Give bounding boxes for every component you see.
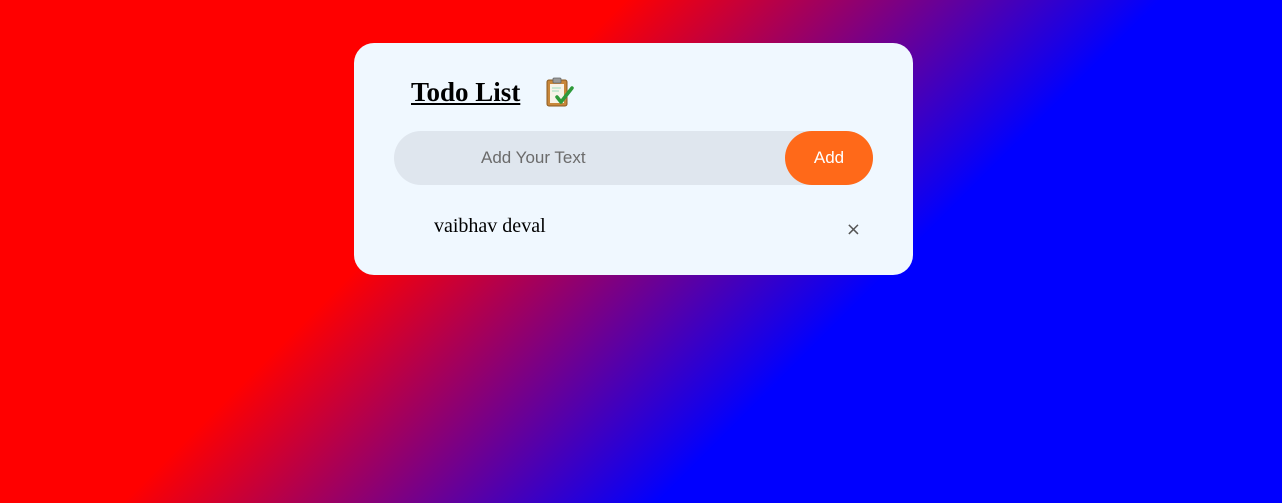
header: Todo List	[411, 76, 575, 108]
todo-item-text: vaibhav deval	[434, 215, 546, 237]
add-button[interactable]: Add	[785, 131, 873, 185]
todo-card: Todo List Add vaibhav deval ×	[354, 43, 913, 275]
add-todo-form: Add	[394, 131, 873, 185]
todo-list: vaibhav deval ×	[434, 215, 874, 245]
close-icon[interactable]: ×	[846, 221, 861, 239]
clipboard-check-icon	[543, 76, 575, 108]
todo-text-input[interactable]	[394, 131, 794, 185]
todo-item[interactable]: vaibhav deval ×	[434, 215, 874, 245]
page-title: Todo List	[411, 76, 521, 107]
